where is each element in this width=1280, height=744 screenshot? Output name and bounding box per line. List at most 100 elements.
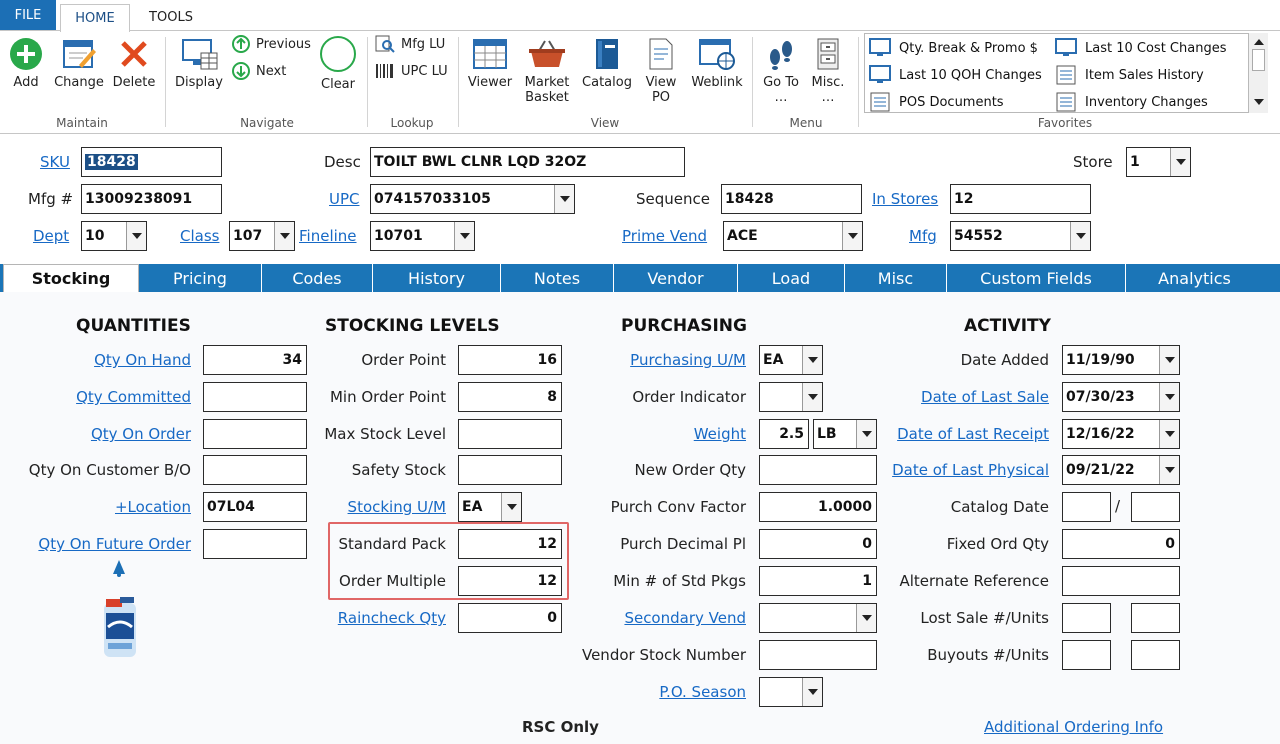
- next-button[interactable]: Next: [232, 62, 286, 80]
- location-link[interactable]: +Location: [115, 498, 191, 516]
- chevron-down-icon[interactable]: [1159, 420, 1179, 448]
- chevron-down-icon[interactable]: [454, 222, 474, 250]
- chevron-down-icon[interactable]: [274, 222, 294, 250]
- chevron-down-icon[interactable]: [802, 383, 822, 411]
- buyouts-units-field[interactable]: [1131, 640, 1180, 670]
- qty-on-order-field[interactable]: [203, 419, 307, 449]
- mfg-code-link[interactable]: Mfg: [909, 227, 937, 245]
- chevron-down-icon[interactable]: [126, 222, 146, 250]
- qty-on-future-order-field[interactable]: [203, 529, 307, 559]
- upc-link[interactable]: UPC: [329, 190, 360, 208]
- fineline-link[interactable]: Fineline: [299, 227, 357, 245]
- chevron-down-icon[interactable]: [554, 185, 574, 213]
- upc-lookup-button[interactable]: UPC LU: [375, 62, 448, 80]
- purchasing-um-select[interactable]: EA: [759, 345, 823, 375]
- tab-misc[interactable]: Misc: [845, 264, 947, 292]
- date-added-select[interactable]: 11/19/90: [1062, 345, 1180, 375]
- scroll-thumb[interactable]: [1252, 49, 1265, 71]
- mfg-lookup-button[interactable]: Mfg LU: [375, 35, 445, 53]
- qty-on-order-link[interactable]: Qty On Order: [91, 425, 191, 443]
- fixed-ord-qty-field[interactable]: 0: [1062, 529, 1180, 559]
- date-of-last-sale-link[interactable]: Date of Last Sale: [921, 388, 1049, 406]
- date-of-last-receipt-link[interactable]: Date of Last Receipt: [897, 425, 1049, 443]
- max-stock-level-field[interactable]: [458, 419, 562, 449]
- in-stores-link[interactable]: In Stores: [872, 190, 938, 208]
- upc-select[interactable]: 074157033105: [370, 184, 575, 214]
- weight-link[interactable]: Weight: [694, 425, 746, 443]
- tab-custom-fields[interactable]: Custom Fields: [947, 264, 1126, 292]
- market-basket-button[interactable]: Market Basket: [520, 37, 574, 105]
- alternate-reference-field[interactable]: [1062, 566, 1180, 596]
- dept-select[interactable]: 10: [81, 221, 147, 251]
- chevron-down-icon[interactable]: [1170, 148, 1190, 176]
- class-select[interactable]: 107: [229, 221, 295, 251]
- purchasing-um-link[interactable]: Purchasing U/M: [630, 351, 746, 369]
- mfg-code-select[interactable]: 54552: [950, 221, 1091, 251]
- fineline-select[interactable]: 10701: [370, 221, 475, 251]
- chevron-down-icon[interactable]: [856, 420, 876, 448]
- date-of-last-receipt-select[interactable]: 12/16/22: [1062, 419, 1180, 449]
- previous-button[interactable]: Previous: [232, 35, 311, 53]
- clear-button[interactable]: Clear: [316, 35, 360, 92]
- catalog-date-year-field[interactable]: [1131, 492, 1180, 522]
- favorites-scrollbar[interactable]: [1248, 33, 1268, 113]
- class-link[interactable]: Class: [180, 227, 219, 245]
- tab-stocking[interactable]: Stocking: [3, 264, 139, 292]
- mfg-number-field[interactable]: 13009238091: [81, 184, 222, 214]
- misc-button[interactable]: Misc. …: [806, 37, 850, 105]
- qty-on-customer-bo-field[interactable]: [203, 455, 307, 485]
- tab-notes[interactable]: Notes: [501, 264, 614, 292]
- favorite-item-sales-history[interactable]: Item Sales History: [1055, 65, 1204, 85]
- stocking-um-link[interactable]: Stocking U/M: [348, 498, 446, 516]
- sequence-field[interactable]: 18428: [721, 184, 862, 214]
- raincheck-qty-link[interactable]: Raincheck Qty: [338, 609, 446, 627]
- chevron-down-icon[interactable]: [842, 222, 862, 250]
- qty-on-future-order-link[interactable]: Qty On Future Order: [38, 535, 191, 553]
- scroll-up-icon[interactable]: [1253, 37, 1265, 47]
- display-button[interactable]: Display: [172, 37, 226, 90]
- date-of-last-sale-select[interactable]: 07/30/23: [1062, 382, 1180, 412]
- delete-button[interactable]: Delete: [110, 37, 158, 90]
- tab-analytics[interactable]: Analytics: [1126, 264, 1263, 292]
- additional-ordering-info-link[interactable]: Additional Ordering Info: [984, 718, 1163, 736]
- add-button[interactable]: Add: [6, 37, 46, 90]
- tab-codes[interactable]: Codes: [262, 264, 373, 292]
- desc-field[interactable]: TOILT BWL CLNR LQD 32OZ: [370, 147, 685, 177]
- po-season-link[interactable]: P.O. Season: [659, 683, 746, 701]
- chevron-down-icon[interactable]: [802, 678, 822, 706]
- lost-sale-number-field[interactable]: [1062, 603, 1111, 633]
- purch-decimal-pl-field[interactable]: 0: [759, 529, 877, 559]
- new-order-qty-field[interactable]: [759, 455, 877, 485]
- home-menu-tab[interactable]: HOME: [60, 4, 130, 32]
- qty-on-hand-field[interactable]: 34: [203, 345, 307, 375]
- weight-unit-select[interactable]: LB: [813, 419, 877, 449]
- favorite-last-10-qoh-changes[interactable]: Last 10 QOH Changes: [869, 65, 1042, 85]
- tab-pricing[interactable]: Pricing: [139, 264, 262, 292]
- secondary-vend-select[interactable]: [759, 603, 877, 633]
- min-order-point-field[interactable]: 8: [458, 382, 562, 412]
- raincheck-qty-field[interactable]: 0: [458, 603, 562, 633]
- favorite-pos-documents[interactable]: POS Documents: [869, 92, 1004, 112]
- chevron-down-icon[interactable]: [856, 604, 876, 632]
- secondary-vend-link[interactable]: Secondary Vend: [624, 609, 746, 627]
- qty-on-hand-link[interactable]: Qty On Hand: [94, 351, 191, 369]
- tab-load[interactable]: Load: [738, 264, 845, 292]
- purch-conv-factor-field[interactable]: 1.0000: [759, 492, 877, 522]
- change-button[interactable]: Change: [52, 37, 106, 90]
- prime-vend-select[interactable]: ACE: [723, 221, 863, 251]
- order-point-field[interactable]: 16: [458, 345, 562, 375]
- bell-icon[interactable]: [110, 558, 128, 578]
- buyouts-number-field[interactable]: [1062, 640, 1111, 670]
- tab-history[interactable]: History: [373, 264, 501, 292]
- chevron-down-icon[interactable]: [1159, 456, 1179, 484]
- weblink-button[interactable]: Weblink: [690, 37, 744, 90]
- file-menu-tab[interactable]: FILE: [0, 0, 56, 30]
- favorite-qty-break-promo[interactable]: Qty. Break & Promo $: [869, 38, 1038, 58]
- store-select[interactable]: 1: [1126, 147, 1191, 177]
- goto-button[interactable]: Go To …: [758, 37, 804, 105]
- chevron-down-icon[interactable]: [1159, 346, 1179, 374]
- qty-committed-link[interactable]: Qty Committed: [76, 388, 191, 406]
- view-po-button[interactable]: View PO: [640, 37, 682, 105]
- dept-link[interactable]: Dept: [33, 227, 69, 245]
- viewer-button[interactable]: Viewer: [466, 37, 514, 90]
